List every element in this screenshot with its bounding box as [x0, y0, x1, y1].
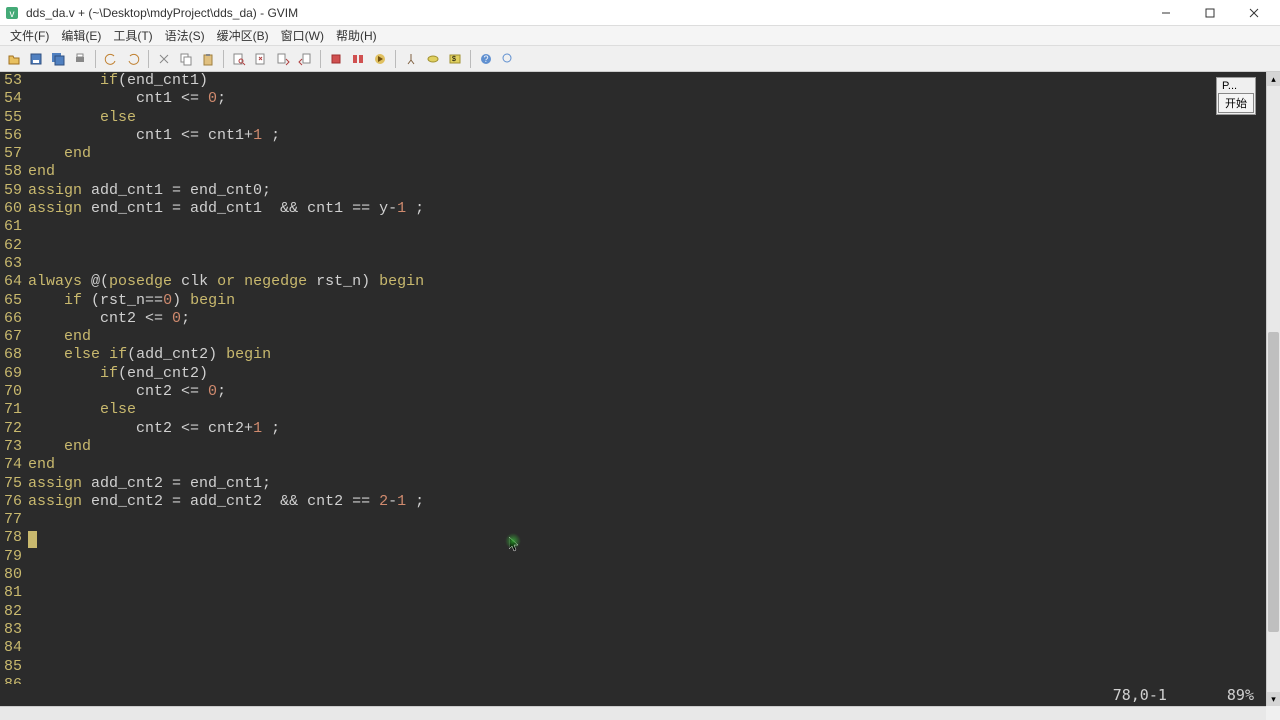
svg-text:$: $: [452, 56, 456, 63]
code-line[interactable]: [28, 218, 1266, 236]
code-line[interactable]: [28, 511, 1266, 529]
menu-buffers[interactable]: 缓冲区(B): [211, 25, 275, 46]
code-line[interactable]: assign add_cnt2 = end_cnt1;: [28, 475, 1266, 493]
replace-icon[interactable]: [251, 49, 271, 69]
menu-window[interactable]: 窗口(W): [275, 25, 330, 46]
save-all-icon[interactable]: [48, 49, 68, 69]
code-line[interactable]: assign add_cnt1 = end_cnt0;: [28, 182, 1266, 200]
code-line[interactable]: cnt2 <= 0;: [28, 310, 1266, 328]
code-line[interactable]: end: [28, 456, 1266, 474]
code-line[interactable]: [28, 584, 1266, 602]
find-next-icon[interactable]: [273, 49, 293, 69]
code-line[interactable]: [28, 621, 1266, 639]
cursor-position: 78,0-1: [1113, 686, 1167, 704]
menu-edit[interactable]: 编辑(E): [55, 25, 107, 46]
redo-icon[interactable]: [123, 49, 143, 69]
taglist-icon[interactable]: [348, 49, 368, 69]
undo-icon[interactable]: [101, 49, 121, 69]
code-line[interactable]: assign end_cnt2 = add_cnt2 && cnt2 == 2-…: [28, 493, 1266, 511]
code-line[interactable]: [28, 237, 1266, 255]
line-number-gutter: 5354555657585960616263646566676869707172…: [0, 72, 28, 684]
code-line[interactable]: end: [28, 438, 1266, 456]
menu-syntax[interactable]: 语法(S): [159, 25, 211, 46]
code-line[interactable]: [28, 603, 1266, 621]
code-line[interactable]: if(end_cnt1): [28, 72, 1266, 90]
vertical-scrollbar[interactable]: ▴ ▾: [1266, 72, 1280, 706]
code-line[interactable]: [28, 255, 1266, 273]
float-start-button[interactable]: 开始: [1218, 93, 1254, 113]
code-line[interactable]: [28, 639, 1266, 657]
code-line[interactable]: if (rst_n==0) begin: [28, 292, 1266, 310]
maximize-button[interactable]: [1188, 0, 1232, 26]
cut-icon[interactable]: [154, 49, 174, 69]
code-line[interactable]: cnt1 <= cnt1+1 ;: [28, 127, 1266, 145]
window-titlebar: v dds_da.v + (~\Desktop\mdyProject\dds_d…: [0, 0, 1280, 26]
run-icon[interactable]: [370, 49, 390, 69]
app-icon: v: [4, 5, 20, 21]
float-panel[interactable]: P... 开始: [1216, 77, 1256, 115]
paste-icon[interactable]: [198, 49, 218, 69]
svg-text:?: ?: [483, 54, 488, 64]
toolbar-separator: [223, 50, 224, 68]
toolbar-separator: [395, 50, 396, 68]
code-line[interactable]: [28, 548, 1266, 566]
window-title: dds_da.v + (~\Desktop\mdyProject\dds_da)…: [26, 6, 1144, 20]
code-line[interactable]: cnt2 <= 0;: [28, 383, 1266, 401]
find-icon[interactable]: [229, 49, 249, 69]
scroll-up-arrow[interactable]: ▴: [1267, 72, 1280, 86]
window-controls: [1144, 0, 1276, 26]
code-line[interactable]: assign end_cnt1 = add_cnt1 && cnt1 == y-…: [28, 200, 1266, 218]
menu-file[interactable]: 文件(F): [4, 25, 55, 46]
shell-icon[interactable]: $: [445, 49, 465, 69]
script-icon[interactable]: [423, 49, 443, 69]
print-icon[interactable]: [70, 49, 90, 69]
code-line[interactable]: end: [28, 328, 1266, 346]
code-content[interactable]: if(end_cnt1) cnt1 <= 0; else cnt1 <= cnt…: [28, 72, 1266, 684]
code-line[interactable]: always @(posedge clk or negedge rst_n) b…: [28, 273, 1266, 291]
code-line[interactable]: else: [28, 109, 1266, 127]
toolbar: $?: [0, 46, 1280, 72]
code-line[interactable]: [28, 658, 1266, 676]
svg-text:v: v: [10, 9, 15, 20]
save-icon[interactable]: [26, 49, 46, 69]
find-prev-icon[interactable]: [295, 49, 315, 69]
code-line[interactable]: end: [28, 145, 1266, 163]
toolbar-separator: [320, 50, 321, 68]
code-line[interactable]: cnt2 <= cnt2+1 ;: [28, 420, 1266, 438]
scroll-down-arrow[interactable]: ▾: [1267, 692, 1280, 706]
close-button[interactable]: [1232, 0, 1276, 26]
tag-icon[interactable]: [326, 49, 346, 69]
scroll-thumb[interactable]: [1268, 332, 1279, 632]
menu-bar: 文件(F) 编辑(E) 工具(T) 语法(S) 缓冲区(B) 窗口(W) 帮助(…: [0, 26, 1280, 46]
search-help-icon[interactable]: [498, 49, 518, 69]
status-bar: 78,0-1 89%: [0, 684, 1266, 706]
editor-area[interactable]: 5354555657585960616263646566676869707172…: [0, 72, 1266, 706]
menu-help[interactable]: 帮助(H): [330, 25, 383, 46]
menu-tools[interactable]: 工具(T): [107, 25, 158, 46]
scroll-percent: 89%: [1227, 686, 1254, 704]
code-line[interactable]: end: [28, 163, 1266, 181]
code-line[interactable]: else: [28, 401, 1266, 419]
help-tag-icon[interactable]: [401, 49, 421, 69]
text-cursor: [28, 531, 37, 548]
minimize-button[interactable]: [1144, 0, 1188, 26]
code-line[interactable]: [28, 529, 1266, 547]
code-line[interactable]: else if(add_cnt2) begin: [28, 346, 1266, 364]
open-icon[interactable]: [4, 49, 24, 69]
copy-icon[interactable]: [176, 49, 196, 69]
code-line[interactable]: if(end_cnt2): [28, 365, 1266, 383]
toolbar-separator: [470, 50, 471, 68]
help-icon[interactable]: ?: [476, 49, 496, 69]
horizontal-scrollbar[interactable]: [0, 706, 1266, 720]
toolbar-separator: [148, 50, 149, 68]
toolbar-separator: [95, 50, 96, 68]
code-line[interactable]: cnt1 <= 0;: [28, 90, 1266, 108]
float-row-label: P...: [1218, 79, 1254, 93]
code-line[interactable]: [28, 566, 1266, 584]
